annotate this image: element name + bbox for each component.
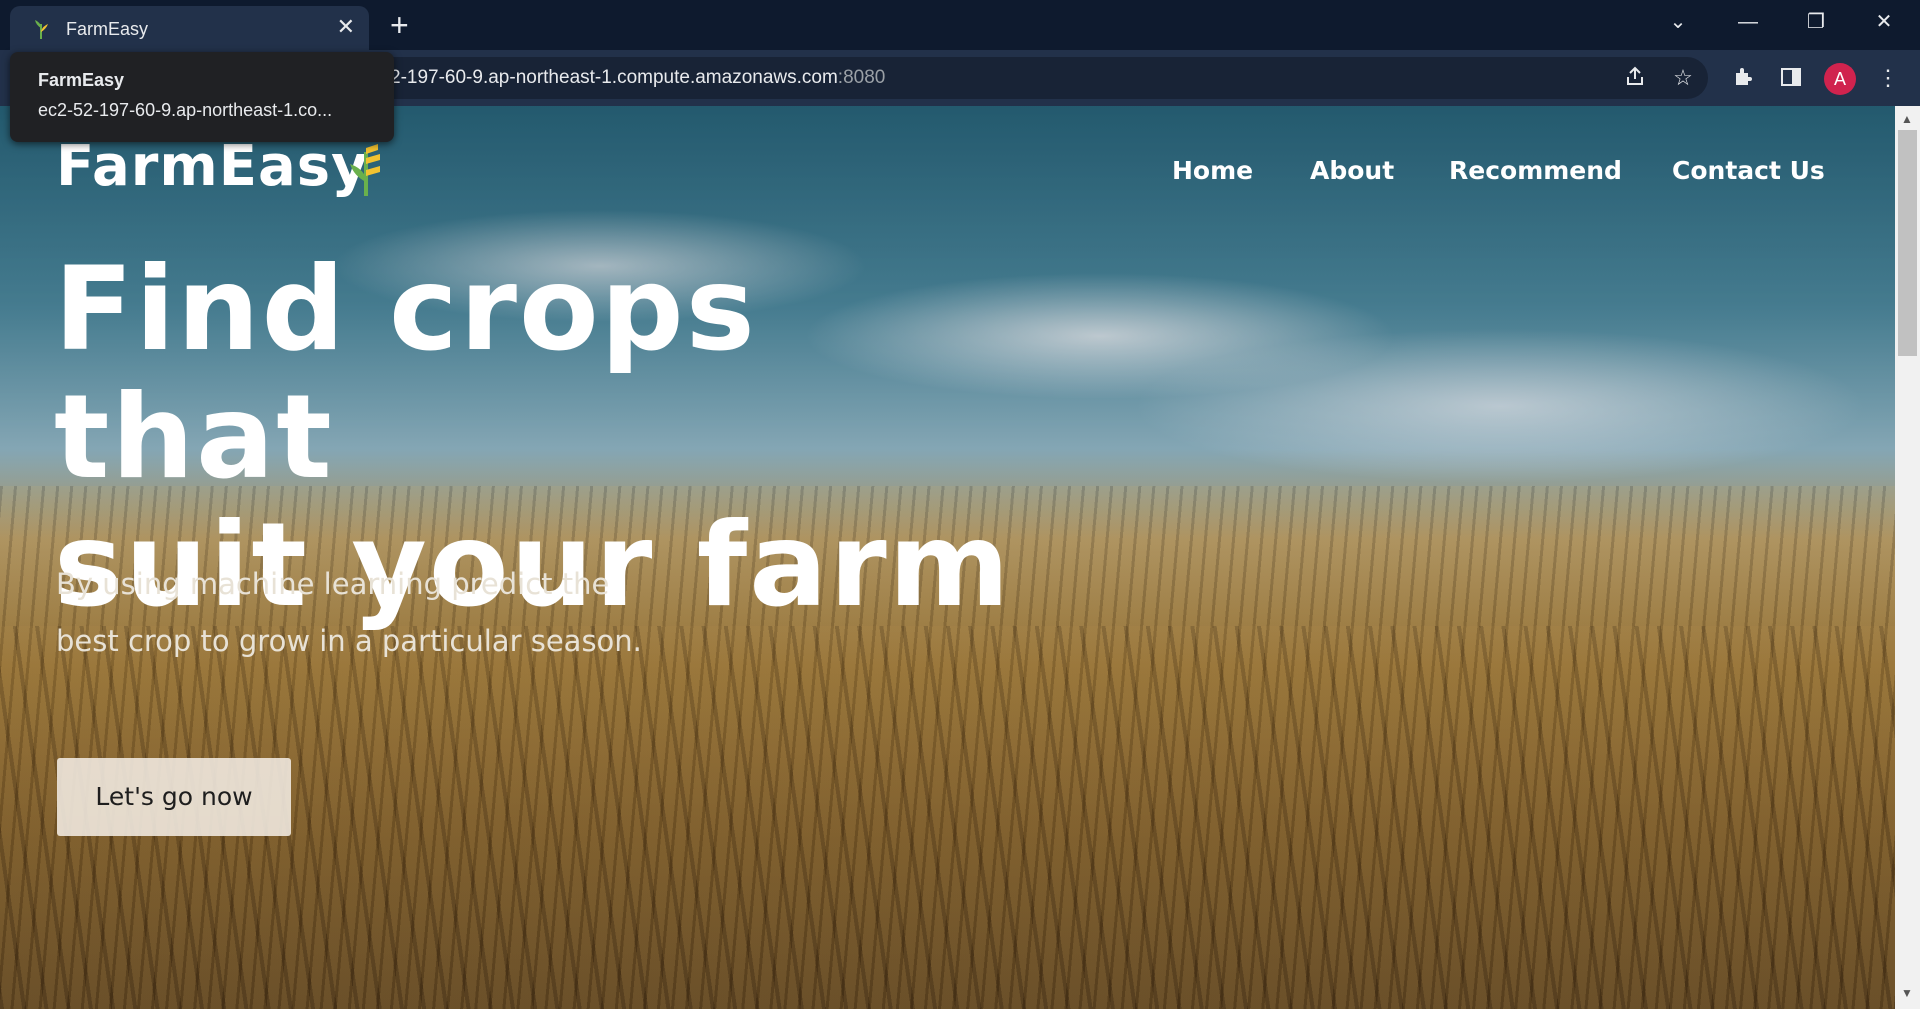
profile-avatar[interactable]: A — [1824, 63, 1856, 95]
nav-home[interactable]: Home — [1172, 156, 1253, 185]
bookmark-star-icon[interactable]: ☆ — [1670, 65, 1696, 91]
nav-contact-us[interactable]: Contact Us — [1672, 156, 1825, 185]
new-tab-button[interactable]: + — [390, 8, 409, 42]
restore-button[interactable]: ❐ — [1788, 0, 1844, 44]
tooltip-title: FarmEasy — [38, 70, 125, 90]
tab-hover-tooltip: FarmEasy ec2-52-197-60-9.ap-northeast-1.… — [10, 52, 394, 142]
close-window-button[interactable]: ✕ — [1856, 0, 1912, 44]
site-logo[interactable]: FarmEasy — [56, 134, 369, 199]
extensions-icon[interactable] — [1730, 65, 1756, 91]
address-bar[interactable]: 2-197-60-9.ap-northeast-1.compute.amazon… — [372, 57, 1708, 99]
minimize-button[interactable]: — — [1720, 0, 1776, 44]
nav-about[interactable]: About — [1310, 156, 1394, 185]
tab-title: FarmEasy — [66, 19, 149, 39]
hero-title-line-1: Find crops that — [54, 242, 757, 505]
tab-strip: FarmEasy ✕ + ⌄ — ❐ ✕ — [0, 0, 1920, 50]
tab-search-icon[interactable]: ⌄ — [1650, 0, 1706, 44]
url-text[interactable]: 2-197-60-9.ap-northeast-1.compute.amazon… — [390, 67, 885, 89]
url-port: :8080 — [837, 67, 886, 88]
sidepanel-icon[interactable] — [1778, 65, 1804, 91]
hero-subtitle-line-2: best crop to grow in a particular season… — [56, 624, 642, 658]
browser-tab[interactable]: FarmEasy ✕ — [10, 6, 369, 50]
scrollbar-thumb[interactable] — [1898, 130, 1917, 356]
hero-subtitle: By using machine learning predict the be… — [56, 556, 756, 670]
page-viewport: FarmEasy Home About Recommend Contact Us… — [0, 106, 1895, 1009]
nav-recommend[interactable]: Recommend — [1449, 156, 1622, 185]
menu-icon[interactable]: ⋮ — [1875, 65, 1901, 91]
wheat-favicon-icon — [35, 20, 48, 39]
wheat-logo-icon — [350, 144, 380, 196]
share-icon[interactable] — [1622, 65, 1648, 91]
scroll-up-arrow-icon[interactable]: ▲ — [1901, 112, 1913, 126]
lets-go-now-button[interactable]: Let's go now — [57, 758, 291, 836]
tab-close-icon[interactable]: ✕ — [337, 15, 355, 39]
url-host: 2-197-60-9.ap-northeast-1.compute.amazon… — [390, 67, 838, 88]
tooltip-url: ec2-52-197-60-9.ap-northeast-1.co... — [38, 100, 333, 120]
scroll-down-arrow-icon[interactable]: ▼ — [1901, 986, 1913, 1000]
hero-subtitle-line-1: By using machine learning predict the — [56, 567, 610, 601]
